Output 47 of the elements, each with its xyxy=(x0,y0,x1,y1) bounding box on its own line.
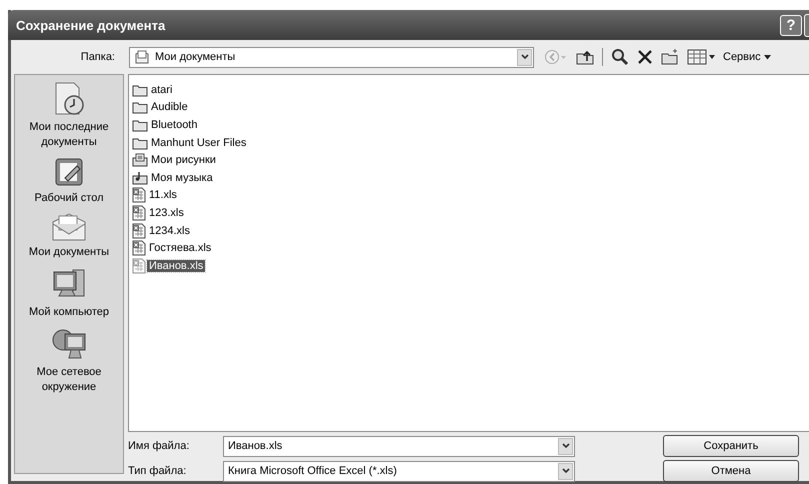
folder-icon xyxy=(132,100,148,114)
place-label[interactable]: Мои последние документы xyxy=(15,120,123,150)
folder-icon xyxy=(132,118,148,132)
delete-icon[interactable] xyxy=(637,49,653,65)
place-label[interactable]: Мое сетевое окружение xyxy=(15,365,123,395)
place-label[interactable]: Рабочий стол xyxy=(34,191,104,206)
desktop-icon xyxy=(53,156,85,188)
caret-icon xyxy=(764,54,771,60)
file-name[interactable]: Мои рисунки xyxy=(149,154,218,166)
cancel-button[interactable]: Отмена xyxy=(663,460,799,482)
file-name[interactable]: 123.xls xyxy=(147,206,186,219)
file-name[interactable]: Audible xyxy=(149,101,190,114)
save-button[interactable]: Сохранить xyxy=(663,435,799,457)
folder-icon xyxy=(132,136,148,150)
view-menu-icon[interactable] xyxy=(687,49,715,65)
music-folder-icon xyxy=(132,170,148,185)
help-button[interactable]: ? xyxy=(780,14,802,36)
file-type-dropdown[interactable]: Книга Microsoft Office Excel (*.xls) xyxy=(223,460,575,482)
spreadsheet-file-icon xyxy=(132,222,146,239)
file-name[interactable]: 1234.xls xyxy=(147,224,192,237)
file-name[interactable]: 11.xls xyxy=(147,189,179,202)
documents-folder-icon xyxy=(134,49,150,65)
spreadsheet-file-icon xyxy=(132,187,146,204)
spreadsheet-file-icon xyxy=(132,204,146,221)
file-name[interactable]: Моя музыка xyxy=(149,172,215,184)
file-name[interactable]: Bluetooth xyxy=(149,118,200,131)
folder-label: Папка: xyxy=(80,51,116,63)
place-label[interactable]: Мои документы xyxy=(28,245,110,260)
place-label[interactable]: Мой компьютер xyxy=(28,305,110,320)
search-icon[interactable] xyxy=(611,48,629,66)
file-name[interactable]: atari xyxy=(149,84,174,96)
tools-menu[interactable]: Сервис xyxy=(723,51,771,63)
folder-icon xyxy=(132,82,148,97)
documents-folder-icon xyxy=(51,212,87,242)
up-folder-icon[interactable] xyxy=(576,49,594,65)
spreadsheet-file-icon xyxy=(132,258,146,274)
file-name[interactable]: Manhunt User Files xyxy=(149,136,248,149)
file-name-label: Имя файла: xyxy=(128,440,190,452)
picture-folder-icon xyxy=(132,153,148,168)
new-folder-icon[interactable] xyxy=(661,49,679,65)
file-name[interactable]: Гостяева.xls xyxy=(147,242,214,254)
window-title: Сохранение документа xyxy=(16,18,166,32)
folder-dropdown[interactable]: Мои документы xyxy=(129,46,534,68)
file-name[interactable]: Иванов.xls xyxy=(147,260,206,272)
file-name-field[interactable]: Иванов.xls xyxy=(223,436,575,456)
file-type-label: Тип файла: xyxy=(128,465,188,477)
spreadsheet-file-icon xyxy=(132,240,146,256)
